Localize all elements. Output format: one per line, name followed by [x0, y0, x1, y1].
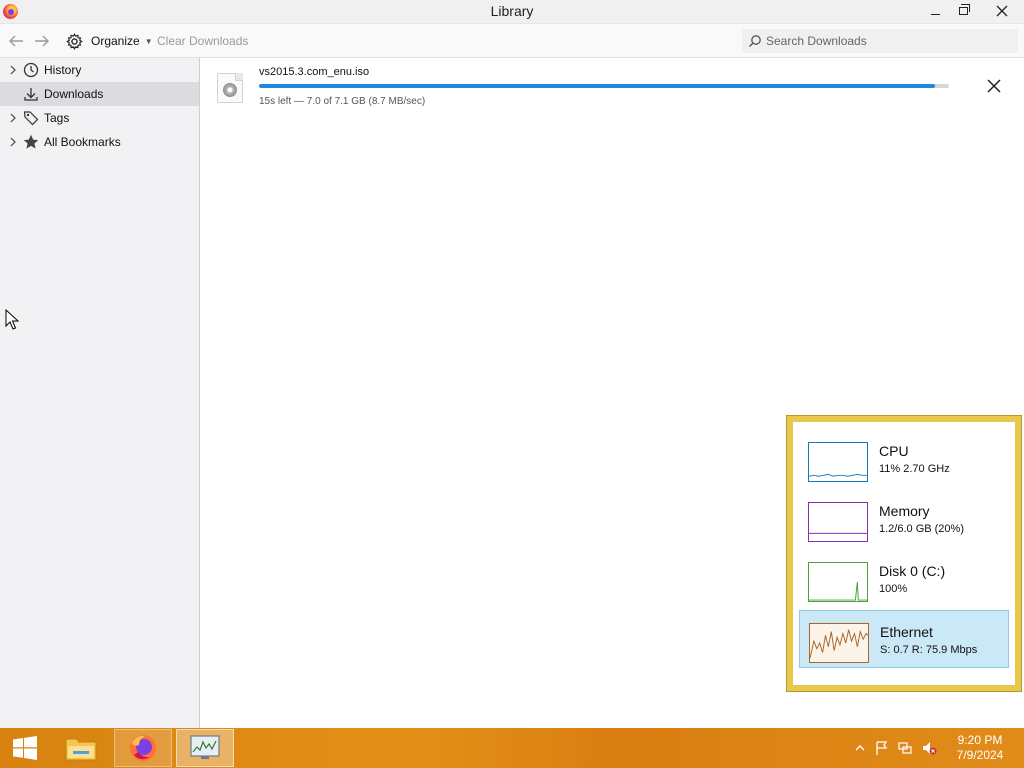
perf-value: S: 0.7 R: 75.9 Mbps [880, 644, 978, 656]
action-center-flag-icon[interactable] [874, 740, 890, 756]
sidebar-item-label: Tags [44, 111, 70, 125]
ethernet-graph [809, 623, 869, 663]
sidebar-item-history[interactable]: History [0, 58, 199, 82]
start-button[interactable] [0, 728, 50, 768]
download-status: 15s left — 7.0 of 7.1 GB (8.7 MB/sec) [259, 96, 426, 107]
taskbar-task-manager[interactable] [176, 729, 234, 767]
sidebar-item-label: History [44, 63, 82, 77]
sidebar-item-downloads[interactable]: Downloads [0, 82, 199, 106]
sidebar-item-label: All Bookmarks [44, 135, 121, 149]
perf-row-cpu[interactable]: CPU 11% 2.70 GHz [799, 430, 1009, 488]
toolbar: Organize ▼ Clear Downloads [0, 24, 1024, 58]
gear-icon [66, 32, 83, 50]
memory-graph [808, 502, 868, 542]
restore-button[interactable] [948, 0, 978, 22]
perf-value: 100% [879, 583, 908, 595]
perf-row-memory[interactable]: Memory 1.2/6.0 GB (20%) [799, 490, 1009, 548]
chevron-right-icon[interactable] [9, 65, 17, 75]
perf-row-disk[interactable]: Disk 0 (C:) 100% [799, 550, 1009, 608]
restore-icon [958, 4, 970, 15]
cancel-download-icon[interactable] [986, 78, 1002, 94]
download-progress-fill [259, 84, 936, 88]
perf-name: Memory [879, 503, 930, 519]
search-icon [749, 35, 761, 47]
organize-button[interactable]: Organize ▼ [66, 32, 153, 50]
perf-name: Disk 0 (C:) [879, 563, 946, 579]
minimize-icon [930, 13, 940, 15]
close-button[interactable] [980, 0, 1024, 22]
chevron-down-icon: ▼ [144, 36, 153, 46]
performance-widget: CPU 11% 2.70 GHz Memory 1.2/6.0 GB (20%)… [786, 415, 1022, 692]
taskbar-firefox[interactable] [114, 729, 172, 767]
perf-name: CPU [879, 443, 909, 459]
close-icon [996, 5, 1008, 17]
disc-image-file-icon [217, 73, 243, 103]
cpu-graph [808, 442, 868, 482]
network-icon[interactable] [897, 740, 913, 756]
minimize-button[interactable] [920, 0, 950, 22]
chevron-right-icon[interactable] [9, 113, 17, 123]
disk-graph [808, 562, 868, 602]
clock-date: 7/9/2024 [956, 748, 1004, 762]
firefox-icon [130, 735, 156, 761]
sidebar-item-all-bookmarks[interactable]: All Bookmarks [0, 130, 199, 154]
chevron-right-icon[interactable] [9, 137, 17, 147]
sidebar: History Downloads Tags All Bookmarks [0, 58, 200, 728]
window-title: Library [490, 3, 534, 19]
show-hidden-icons-icon[interactable] [852, 740, 868, 756]
clock-icon [23, 62, 39, 78]
system-tray [850, 728, 950, 768]
download-item[interactable]: vs2015.3.com_enu.iso 15s left — 7.0 of 7… [201, 58, 1024, 118]
forward-arrow-icon [35, 35, 49, 47]
download-filename: vs2015.3.com_enu.iso [259, 66, 370, 78]
star-icon [23, 134, 39, 149]
clear-downloads-button[interactable]: Clear Downloads [157, 34, 248, 48]
perf-value: 1.2/6.0 GB (20%) [879, 523, 964, 535]
search-box[interactable] [742, 29, 1018, 53]
mouse-cursor-icon [5, 309, 19, 330]
back-arrow-icon [9, 35, 23, 47]
volume-muted-icon[interactable] [921, 740, 937, 756]
taskbar-clock[interactable]: 9:20 PM 7/9/2024 [948, 733, 1012, 763]
perf-row-ethernet[interactable]: Ethernet S: 0.7 R: 75.9 Mbps [799, 610, 1009, 668]
clock-time: 9:20 PM [957, 733, 1003, 747]
taskbar: 9:20 PM 7/9/2024 [0, 728, 1024, 768]
windows-logo-icon [13, 736, 37, 760]
sidebar-item-tags[interactable]: Tags [0, 106, 199, 130]
perf-value: 11% 2.70 GHz [879, 463, 950, 475]
back-button[interactable] [7, 32, 25, 50]
organize-label: Organize [91, 34, 140, 48]
download-icon [24, 88, 38, 101]
perf-name: Ethernet [880, 624, 933, 640]
download-progress-bar [259, 84, 949, 88]
search-input[interactable] [766, 31, 1006, 51]
task-manager-icon [190, 735, 220, 759]
taskbar-file-explorer[interactable] [52, 729, 110, 767]
forward-button[interactable] [33, 32, 51, 50]
title-bar: Library [0, 0, 1024, 24]
tag-icon [23, 111, 39, 126]
folder-icon [65, 738, 97, 761]
sidebar-item-label: Downloads [44, 87, 104, 101]
